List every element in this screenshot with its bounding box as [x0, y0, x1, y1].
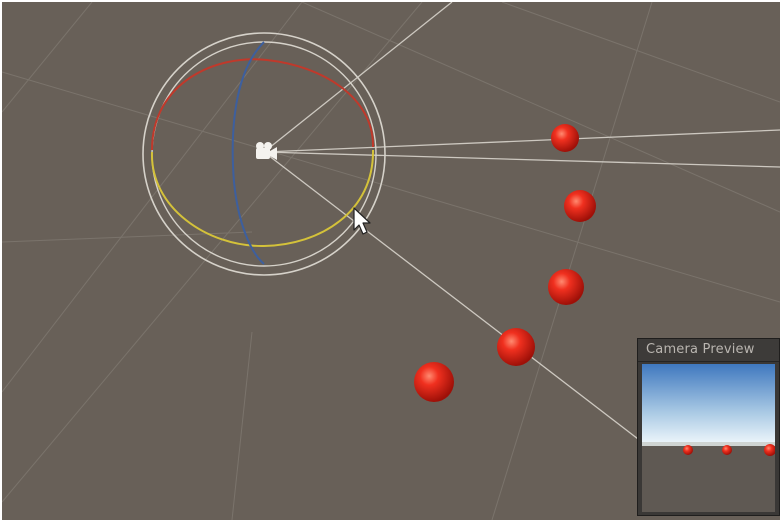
sphere[interactable] — [564, 190, 596, 222]
sphere[interactable] — [548, 269, 584, 305]
gizmo-x-ring[interactable] — [151, 58, 375, 151]
preview-sphere — [683, 445, 693, 455]
mouse-pointer-icon — [353, 207, 371, 235]
sphere[interactable] — [414, 362, 454, 402]
preview-sky — [642, 364, 775, 444]
camera-preview-view — [642, 364, 775, 512]
gizmo-y-ring[interactable] — [150, 149, 375, 248]
sphere[interactable] — [551, 124, 579, 152]
preview-ground — [642, 444, 775, 512]
camera-preview-panel[interactable]: Camera Preview — [637, 338, 780, 516]
sphere[interactable] — [497, 328, 535, 366]
preview-sphere — [722, 445, 732, 455]
preview-horizon — [642, 442, 775, 446]
camera-preview-title: Camera Preview — [638, 339, 779, 362]
sphere-group — [414, 124, 596, 402]
scene-viewport[interactable]: Camera Preview — [2, 2, 780, 520]
camera-preview-render — [642, 364, 775, 512]
